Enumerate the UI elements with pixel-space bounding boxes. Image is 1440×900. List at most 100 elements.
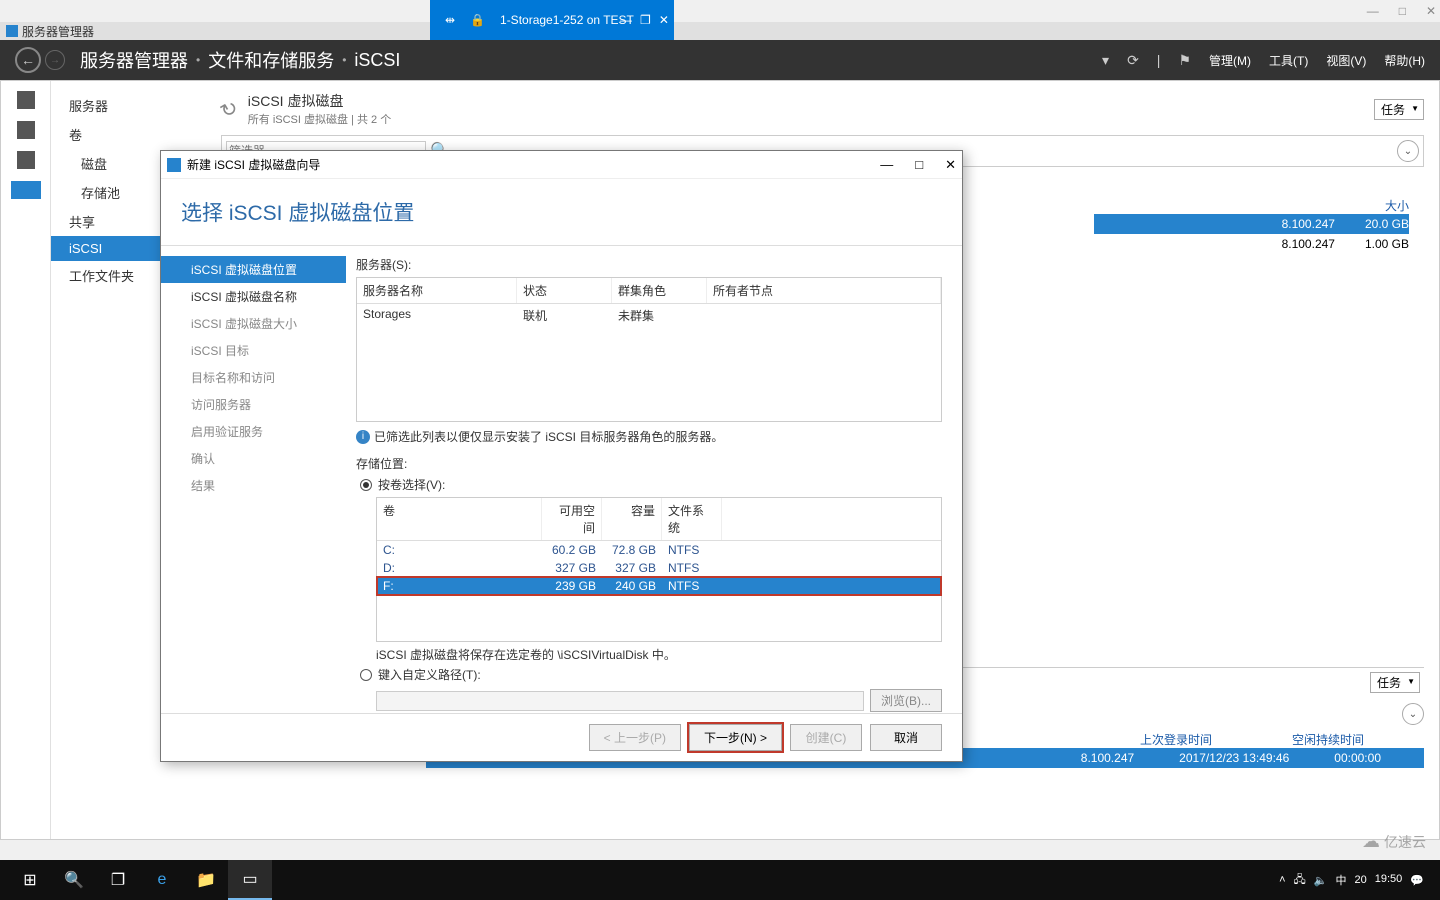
server-manager-header: ← → 服务器管理器 • 文件和存储服务 • iSCSI ▾ ⟳ | ⚑ 管理(… (0, 40, 1440, 80)
nav-back-button[interactable]: ← (15, 47, 41, 73)
sidebar-item-servers[interactable]: 服务器 (51, 91, 206, 120)
content-refresh-icon[interactable]: ↻ (216, 94, 243, 124)
browse-button: 浏览(B)... (870, 689, 942, 712)
wizard-icon (167, 158, 181, 172)
app-titlebar: 服务器管理器 (0, 22, 1440, 40)
radio-custom-path[interactable] (360, 669, 372, 681)
content-subtitle: 所有 iSCSI 虚拟磁盘 | 共 2 个 (248, 111, 391, 127)
host-maximize[interactable]: □ (1399, 4, 1406, 18)
menu-view[interactable]: 视图(V) (1326, 52, 1366, 69)
info-text: i 已筛选此列表以便仅显示安装了 iSCSI 目标服务器角色的服务器。 (356, 428, 942, 445)
servers-label: 服务器(S): (356, 256, 942, 273)
col-idle[interactable]: 空闲持续时间 (1292, 731, 1364, 748)
expand-toggle-2[interactable]: ⌄ (1402, 703, 1424, 725)
step-access: 目标名称和访问 (161, 364, 346, 391)
col-server-name[interactable]: 服务器名称 (357, 278, 517, 303)
wizard-maximize[interactable]: □ (915, 157, 923, 173)
col-last-login[interactable]: 上次登录时间 (1140, 731, 1212, 748)
radio-by-volume-label[interactable]: 按卷选择(V): (378, 476, 445, 493)
taskview-button[interactable]: ❐ (96, 860, 140, 900)
table-row[interactable]: 8.100.247 20.0 GB (1094, 214, 1409, 234)
wizard-minimize[interactable]: — (880, 157, 893, 173)
wizard-footer: < 上一步(P) 下一步(N) > 创建(C) 取消 (161, 713, 962, 761)
wizard-close[interactable]: ✕ (945, 157, 956, 173)
col-capacity[interactable]: 容量 (602, 498, 662, 540)
info-icon: i (356, 430, 370, 444)
server-row[interactable]: Storages 联机 未群集 (357, 304, 941, 327)
notification-icon[interactable]: 💬 (1410, 874, 1424, 887)
nav-forward-button[interactable]: → (45, 50, 65, 70)
clock[interactable]: 19:50 (1375, 873, 1403, 886)
network-icon[interactable]: 🖧 (1294, 871, 1306, 890)
storage-label: 存储位置: (356, 455, 942, 472)
radio-by-volume[interactable] (360, 479, 372, 491)
lock-icon[interactable]: 🔒 (470, 13, 485, 27)
remote-session-title: 1-Storage1-252 on TEST (500, 13, 634, 27)
taskbar[interactable]: ⊞ 🔍 ❐ e 📁 ▭ ˄ 🖧 🔈 中 20 19:50 💬 (0, 860, 1440, 900)
server-manager-taskbar-icon[interactable]: ▭ (228, 860, 272, 900)
next-button[interactable]: 下一步(N) > (689, 724, 782, 751)
tray-overflow[interactable]: ˄ (1279, 874, 1285, 886)
remote-minimize[interactable]: — (620, 13, 632, 27)
col-volume[interactable]: 卷 (377, 498, 542, 540)
tasks-dropdown-2[interactable]: 任务 (1370, 672, 1420, 693)
menu-help[interactable]: 帮助(H) (1384, 52, 1425, 69)
volumes-grid[interactable]: 卷 可用空间 容量 文件系统 C: 60.2 GB 72.8 GB NTFS D… (376, 497, 942, 642)
step-auth: 启用验证服务 (161, 418, 346, 445)
rail-storage-icon[interactable] (11, 181, 41, 199)
volume-row-selected[interactable]: F: 239 GB 240 GB NTFS (377, 577, 941, 595)
servers-grid[interactable]: 服务器名称 状态 群集角色 所有者节点 Storages 联机 未群集 (356, 277, 942, 422)
bg-table-header: 大小 (1094, 191, 1424, 214)
step-confirm: 确认 (161, 445, 346, 472)
step-location[interactable]: iSCSI 虚拟磁盘位置 (161, 256, 346, 283)
host-window-titlebar: — □ ✕ (0, 0, 1440, 22)
start-button[interactable]: ⊞ (8, 860, 52, 900)
rail-local-icon[interactable] (17, 121, 35, 139)
col-owner[interactable]: 所有者节点 (707, 278, 941, 303)
remote-session-bar[interactable]: ⇹ 🔒 1-Storage1-252 on TEST — ❐ ✕ (430, 0, 674, 40)
step-name[interactable]: iSCSI 虚拟磁盘名称 (161, 283, 346, 310)
host-close[interactable]: ✕ (1426, 4, 1436, 18)
app-title-text: 服务器管理器 (22, 23, 94, 40)
tasks-dropdown[interactable]: 任务 (1374, 99, 1424, 120)
search-button[interactable]: 🔍 (52, 860, 96, 900)
col-status[interactable]: 状态 (517, 278, 612, 303)
explorer-icon[interactable]: 📁 (184, 860, 228, 900)
new-iscsi-disk-wizard: 新建 iSCSI 虚拟磁盘向导 — □ ✕ 选择 iSCSI 虚拟磁盘位置 iS… (160, 150, 963, 762)
crumb-root[interactable]: 服务器管理器 (80, 47, 188, 73)
remote-restore[interactable]: ❐ (640, 13, 651, 27)
menu-tools[interactable]: 工具(T) (1269, 52, 1308, 69)
remote-close[interactable]: ✕ (659, 13, 669, 27)
ime-icon[interactable]: 中 (1336, 872, 1347, 888)
pin-icon[interactable]: ⇹ (445, 13, 455, 27)
flag-icon[interactable]: ⚑ (1178, 52, 1191, 69)
volume-row[interactable]: C: 60.2 GB 72.8 GB NTFS (377, 541, 941, 559)
rail-all-icon[interactable] (17, 151, 35, 169)
menu-manage[interactable]: 管理(M) (1209, 52, 1251, 69)
radio-custom-path-label[interactable]: 键入自定义路径(T): (378, 666, 481, 683)
col-free[interactable]: 可用空间 (542, 498, 602, 540)
step-servers: 访问服务器 (161, 391, 346, 418)
crumb-services[interactable]: 文件和存储服务 (208, 47, 334, 73)
rail-dashboard-icon[interactable] (17, 91, 35, 109)
ie-icon[interactable]: e (140, 860, 184, 900)
expand-toggle[interactable]: ⌄ (1397, 140, 1419, 162)
volume-icon[interactable]: 🔈 (1314, 874, 1328, 887)
clock-alt[interactable]: 20 (1355, 874, 1367, 886)
watermark: 亿速云 (1362, 831, 1426, 852)
col-fs[interactable]: 文件系统 (662, 498, 722, 540)
col-cluster[interactable]: 群集角色 (612, 278, 707, 303)
system-tray[interactable]: ˄ 🖧 🔈 中 20 19:50 💬 (1279, 871, 1432, 890)
table-row[interactable]: 8.100.247 1.00 GB (1094, 234, 1409, 254)
dropdown-icon[interactable]: ▾ (1102, 52, 1109, 69)
cancel-button[interactable]: 取消 (870, 724, 942, 751)
host-minimize[interactable]: — (1367, 4, 1379, 18)
crumb-iscsi[interactable]: iSCSI (354, 50, 400, 71)
server-manager-icon (6, 25, 18, 37)
col-size[interactable]: 大小 (1385, 197, 1409, 214)
wizard-titlebar[interactable]: 新建 iSCSI 虚拟磁盘向导 — □ ✕ (161, 151, 962, 179)
volume-row[interactable]: D: 327 GB 327 GB NTFS (377, 559, 941, 577)
step-result: 结果 (161, 472, 346, 499)
sidebar-item-volumes[interactable]: 卷 (51, 120, 206, 149)
refresh-icon[interactable]: ⟳ (1127, 52, 1139, 69)
